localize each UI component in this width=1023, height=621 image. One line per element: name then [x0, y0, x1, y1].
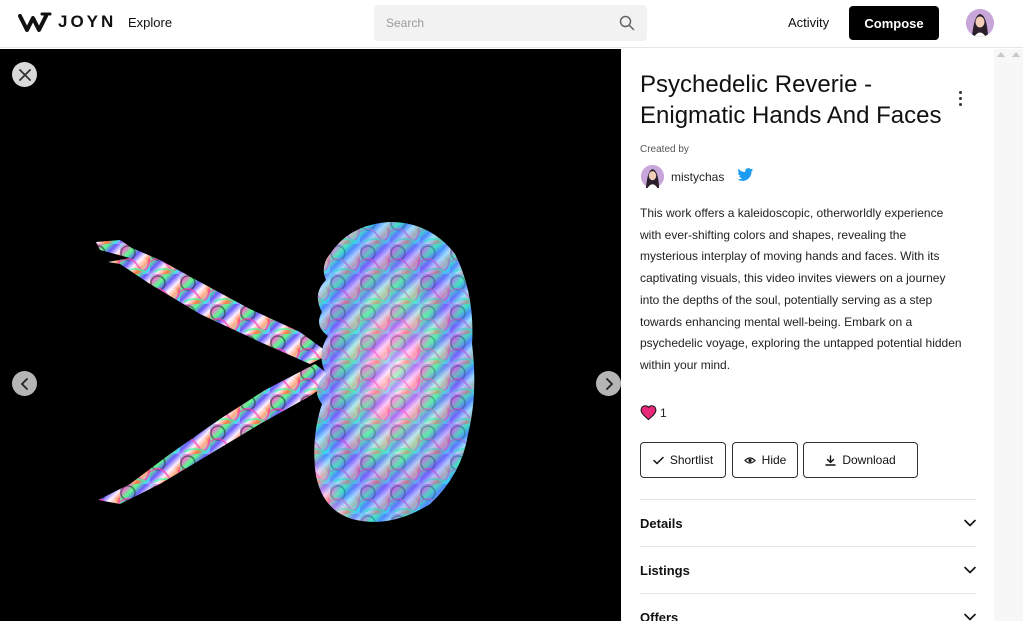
download-button[interactable]: Download [803, 442, 918, 478]
chevron-down-icon [964, 566, 976, 574]
listings-accordion[interactable]: Listings [640, 546, 976, 593]
kebab-menu-icon[interactable] [955, 91, 965, 107]
creator-avatar[interactable] [641, 165, 664, 188]
media-viewer [0, 49, 621, 621]
likes: 1 [640, 405, 667, 420]
next-media-button[interactable] [596, 371, 621, 396]
eye-icon [743, 456, 756, 464]
joyn-logo[interactable]: JOYN [18, 10, 116, 34]
user-avatar[interactable] [966, 9, 994, 37]
close-icon [18, 68, 31, 81]
likes-count: 1 [660, 405, 667, 420]
download-label: Download [842, 453, 896, 467]
previous-media-button[interactable] [12, 371, 37, 396]
search-icon[interactable] [619, 15, 635, 31]
compose-button[interactable]: Compose [849, 6, 939, 40]
close-viewer-button[interactable] [12, 62, 37, 87]
hide-label: Hide [761, 453, 787, 467]
artwork-title: Psychedelic Reverie - Enigmatic Hands An… [640, 71, 942, 129]
search-bar [374, 5, 647, 41]
artwork-image [96, 222, 475, 522]
shortlist-button[interactable]: Shortlist [640, 442, 726, 478]
creator-name-link[interactable]: mistychas [671, 170, 724, 184]
avatar-image [641, 165, 664, 188]
chevron-right-icon [605, 377, 613, 390]
check-icon [653, 456, 664, 464]
shortlist-label: Shortlist [669, 453, 714, 467]
chevron-left-icon [20, 377, 28, 390]
twitter-icon[interactable] [737, 168, 754, 182]
logo-wordmark: JOYN [58, 12, 117, 31]
artwork-detail-panel: Psychedelic Reverie - Enigmatic Hands An… [622, 49, 994, 621]
chevron-down-icon [964, 519, 976, 527]
window-scroll-up-arrow[interactable] [1012, 52, 1020, 57]
nav-activity-link[interactable]: Activity [788, 15, 829, 30]
offers-accordion-label: Offers [640, 609, 679, 621]
created-by-label: Created by [640, 144, 689, 155]
search-input[interactable] [374, 5, 614, 41]
heart-icon[interactable] [640, 405, 657, 420]
offers-accordion[interactable]: Offers [640, 593, 976, 621]
panel-scrollbar[interactable] [994, 49, 1023, 621]
details-accordion-label: Details [640, 515, 683, 531]
hide-button[interactable]: Hide [732, 442, 798, 478]
chevron-down-icon [964, 613, 976, 621]
top-navigation-bar: JOYN Explore Activity Compose [0, 0, 1023, 48]
details-accordion[interactable]: Details [640, 499, 976, 546]
nav-explore-link[interactable]: Explore [128, 15, 172, 30]
artwork-description: This work offers a kaleidoscopic, otherw… [640, 206, 962, 372]
avatar-image [966, 9, 994, 37]
download-icon [825, 454, 837, 466]
joyn-logo-icon [18, 12, 52, 32]
scroll-up-arrow[interactable] [997, 52, 1005, 57]
listings-accordion-label: Listings [640, 562, 690, 578]
